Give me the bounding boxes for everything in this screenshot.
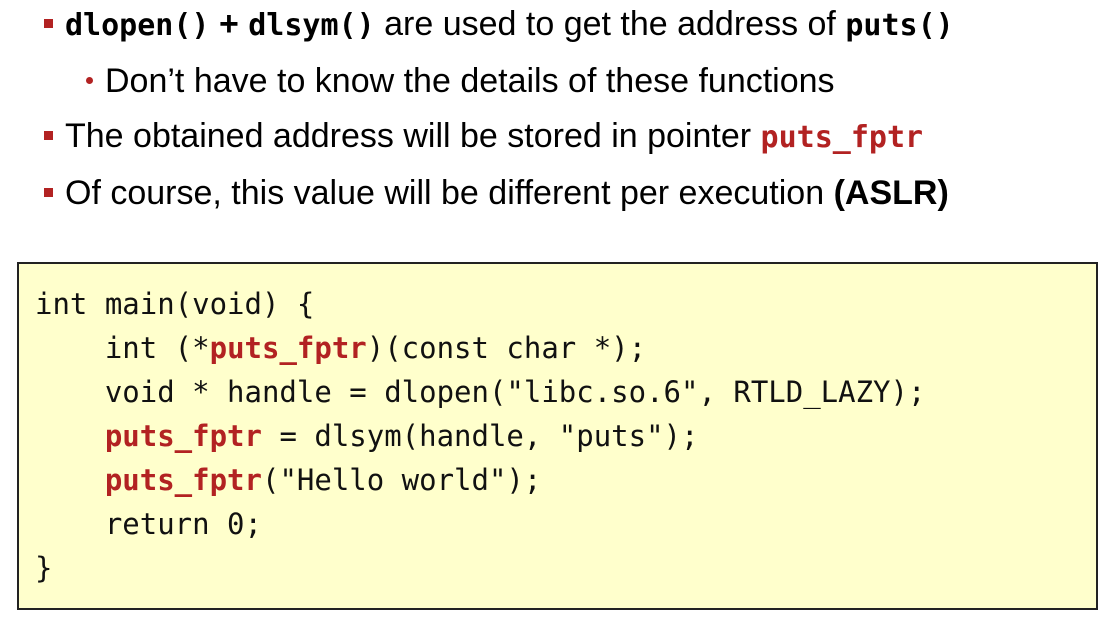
code-line: int (*puts_fptr)(const char *); <box>35 330 646 366</box>
code-line: puts_fptr("Hello world"); <box>35 462 542 498</box>
code-line: int main(void) { <box>35 287 315 321</box>
square-bullet-icon <box>44 19 53 28</box>
square-bullet-icon <box>44 188 53 197</box>
bullet-text: Of course, this value will be different … <box>65 174 834 212</box>
code-block: int main(void) { int (*puts_fptr)(const … <box>17 262 1098 610</box>
code-puts-fptr: puts_fptr <box>760 120 924 155</box>
code-text: )(const char *); <box>366 331 647 365</box>
code-dlopen: dlopen() <box>65 8 210 43</box>
bullet-aslr: Of course, this value will be different … <box>44 173 949 213</box>
code-line: puts_fptr = dlsym(handle, "puts"); <box>35 418 699 454</box>
sub-bullet-text: Don’t have to know the details of these … <box>105 62 835 100</box>
code-puts: puts() <box>845 8 954 43</box>
code-dlsym: dlsym() <box>248 8 375 43</box>
square-bullet-icon <box>44 131 53 140</box>
plus-text: + <box>209 5 249 43</box>
bullet-dlopen-dlsym: dlopen() + dlsym() are used to get the a… <box>44 4 954 46</box>
code-text: = dlsym(handle, "puts"); <box>261 419 699 453</box>
aslr-text: (ASLR) <box>833 174 949 212</box>
code-highlight: puts_fptr <box>209 331 367 365</box>
sub-bullet-details: Don’t have to know the details of these … <box>86 61 835 101</box>
bullet-text: The obtained address will be stored in p… <box>65 117 761 155</box>
code-line: return 0; <box>35 507 262 541</box>
bullet-text: are used to get the address of <box>374 5 846 43</box>
bullet-pointer: The obtained address will be stored in p… <box>44 116 923 158</box>
code-line: void * handle = dlopen("libc.so.6", RTLD… <box>35 375 926 409</box>
code-line: } <box>35 551 53 585</box>
code-text: ("Hello world"); <box>261 463 542 497</box>
round-bullet-icon <box>86 77 93 84</box>
code-highlight: puts_fptr <box>104 463 262 497</box>
code-highlight: puts_fptr <box>104 419 262 453</box>
code-text: int (* <box>35 331 210 365</box>
